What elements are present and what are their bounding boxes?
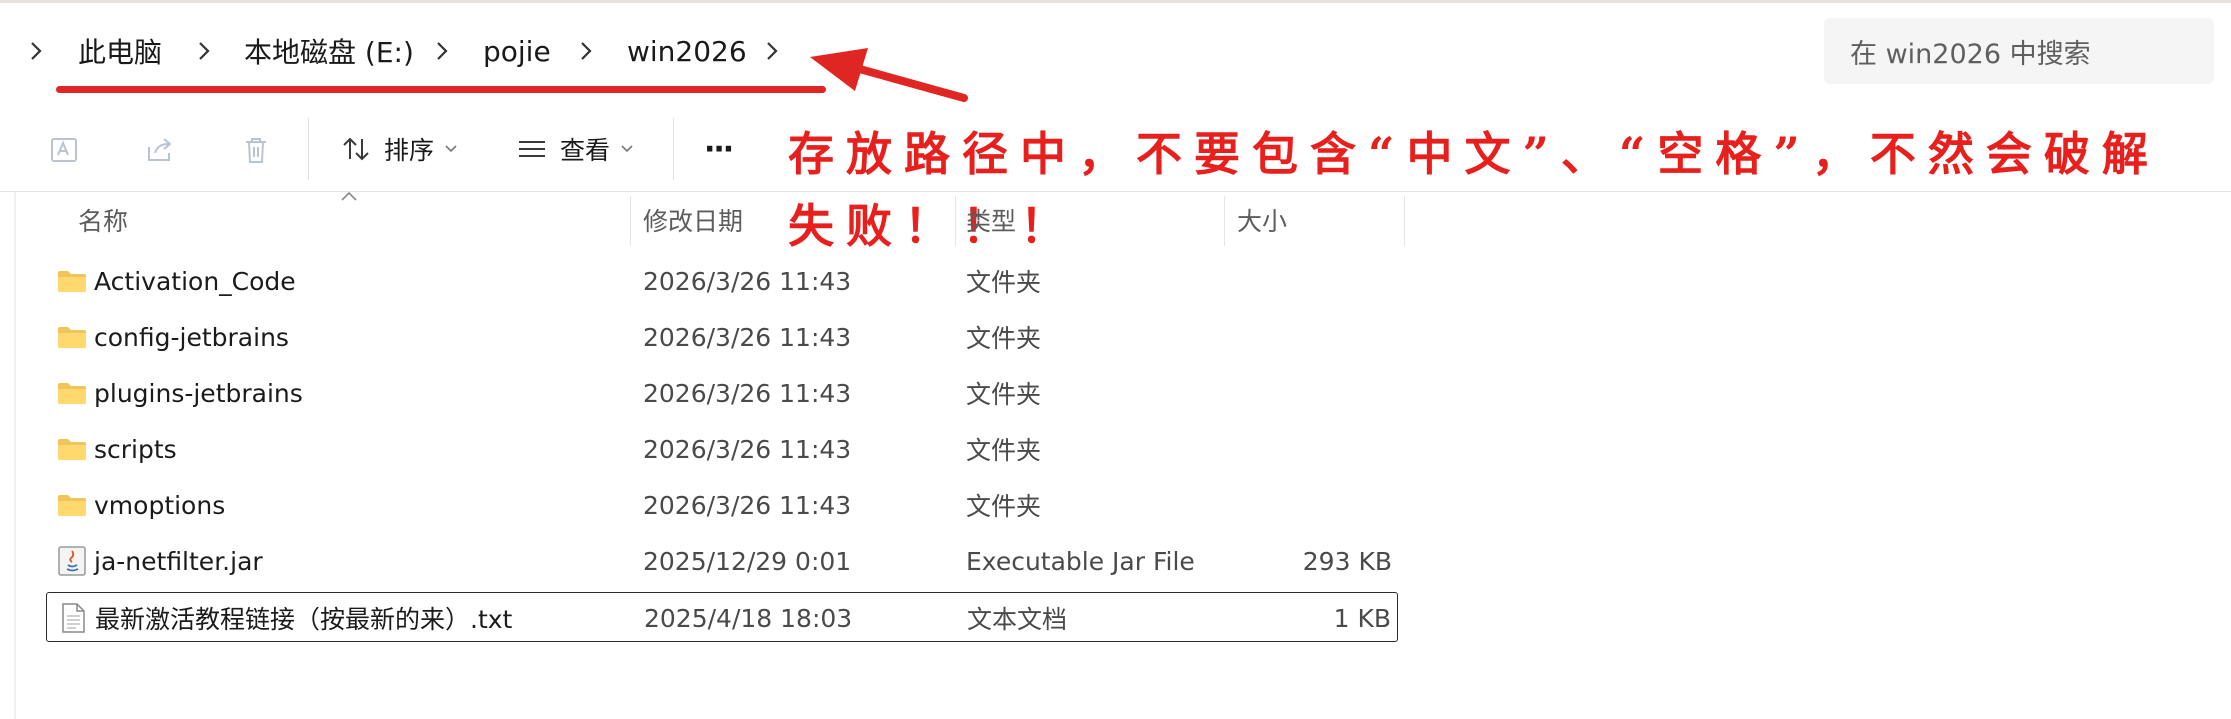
chevron-right-icon[interactable] <box>566 14 606 88</box>
column-divider[interactable] <box>1224 196 1225 246</box>
view-label: 查看 <box>560 136 611 165</box>
file-name: config-jetbrains <box>94 322 289 352</box>
folder-icon <box>56 489 88 521</box>
file-type: Executable Jar File <box>966 546 1195 576</box>
sort-button[interactable]: 排序 <box>340 124 458 174</box>
file-modified-date: 2025/4/18 18:03 <box>644 603 853 633</box>
file-modified-date: 2026/3/26 11:43 <box>643 378 852 408</box>
breadcrumb-local-disk[interactable]: 本地磁盘 (E:) <box>244 14 414 88</box>
column-header-name[interactable]: 名称 <box>78 200 128 240</box>
warning-note-line-1: 存放路径中，不要包含“中文”、“空格”，不然会破解 <box>788 127 2160 181</box>
breadcrumb-win2026[interactable]: win2026 <box>627 14 747 88</box>
file-modified-date: 2026/3/26 11:43 <box>643 434 852 464</box>
sort-label: 排序 <box>384 136 435 165</box>
file-type: 文件夹 <box>966 492 1042 521</box>
file-row[interactable]: 最新激活教程链接（按最新的来）.txt 2025/4/18 18:03 文本文档 1 … <box>46 592 1398 642</box>
file-type: 文本文档 <box>967 605 1068 634</box>
file-row[interactable]: ja-netfilter.jar 2025/12/29 0:01 Executabl… <box>46 536 1398 586</box>
navigation-pane-edge <box>14 192 16 719</box>
file-row[interactable]: Activation_Code 2026/3/26 11:43 文件夹 <box>46 256 1398 306</box>
folder-icon <box>56 321 88 353</box>
file-type: 文件夹 <box>966 380 1042 409</box>
file-modified-date: 2026/3/26 11:43 <box>643 322 852 352</box>
breadcrumb-pojie[interactable]: pojie <box>483 14 551 88</box>
window-top-edge <box>0 0 2231 3</box>
file-size: 1 KB <box>1333 603 1391 633</box>
sort-icon <box>343 137 369 161</box>
column-header-type[interactable]: 类型 <box>966 200 1016 240</box>
file-modified-date: 2026/3/26 11:43 <box>643 266 852 296</box>
warning-note-line-2: 失败！！！ <box>788 199 1078 253</box>
file-name: 最新激活教程链接（按最新的来）.txt <box>95 605 513 634</box>
folder-icon <box>56 433 88 465</box>
share-icon[interactable] <box>140 130 180 170</box>
chevron-right-icon[interactable] <box>184 14 224 88</box>
delete-icon[interactable] <box>236 130 276 170</box>
sort-ascending-caret-icon <box>341 191 357 201</box>
file-type: 文件夹 <box>966 324 1042 353</box>
chevron-down-icon <box>621 145 633 153</box>
chevron-down-icon <box>445 145 457 153</box>
column-header-size[interactable]: 大小 <box>1237 200 1287 240</box>
file-modified-date: 2025/12/29 0:01 <box>643 546 852 576</box>
file-row[interactable]: vmoptions 2026/3/26 11:43 文件夹 <box>46 480 1398 530</box>
search-input[interactable]: 在 win2026 中搜索 <box>1824 18 2214 84</box>
file-name: vmoptions <box>94 490 226 520</box>
file-row[interactable]: config-jetbrains 2026/3/26 11:43 文件夹 <box>46 312 1398 362</box>
more-options-button[interactable]: ··· <box>704 124 734 174</box>
breadcrumb-this-pc[interactable]: 此电脑 <box>78 14 162 88</box>
column-header-date[interactable]: 修改日期 <box>643 200 743 240</box>
chevron-right-icon[interactable] <box>752 14 792 88</box>
text-file-icon <box>57 602 89 634</box>
file-name: ja-netfilter.jar <box>94 546 263 576</box>
column-divider[interactable] <box>1404 196 1405 246</box>
folder-icon <box>56 265 88 297</box>
view-icon <box>519 141 545 157</box>
java-jar-icon <box>56 545 88 577</box>
column-divider[interactable] <box>955 196 956 246</box>
toolbar-divider <box>308 118 309 180</box>
file-type: 文件夹 <box>966 268 1042 297</box>
file-modified-date: 2026/3/26 11:43 <box>643 490 852 520</box>
column-divider[interactable] <box>630 196 631 246</box>
file-name: Activation_Code <box>94 266 296 296</box>
folder-icon <box>56 377 88 409</box>
annotation-underline <box>56 86 826 93</box>
file-name: scripts <box>94 434 177 464</box>
file-row[interactable]: scripts 2026/3/26 11:43 文件夹 <box>46 424 1398 474</box>
file-type: 文件夹 <box>966 436 1042 465</box>
file-size: 293 KB <box>1302 546 1392 576</box>
chevron-right-icon[interactable] <box>422 14 462 88</box>
toolbar-divider <box>673 118 674 180</box>
view-button[interactable]: 查看 <box>516 124 634 174</box>
file-name: plugins-jetbrains <box>94 378 303 408</box>
rename-icon[interactable] <box>44 130 84 170</box>
file-row[interactable]: plugins-jetbrains 2026/3/26 11:43 文件夹 <box>46 368 1398 418</box>
chevron-right-icon[interactable] <box>16 14 56 88</box>
